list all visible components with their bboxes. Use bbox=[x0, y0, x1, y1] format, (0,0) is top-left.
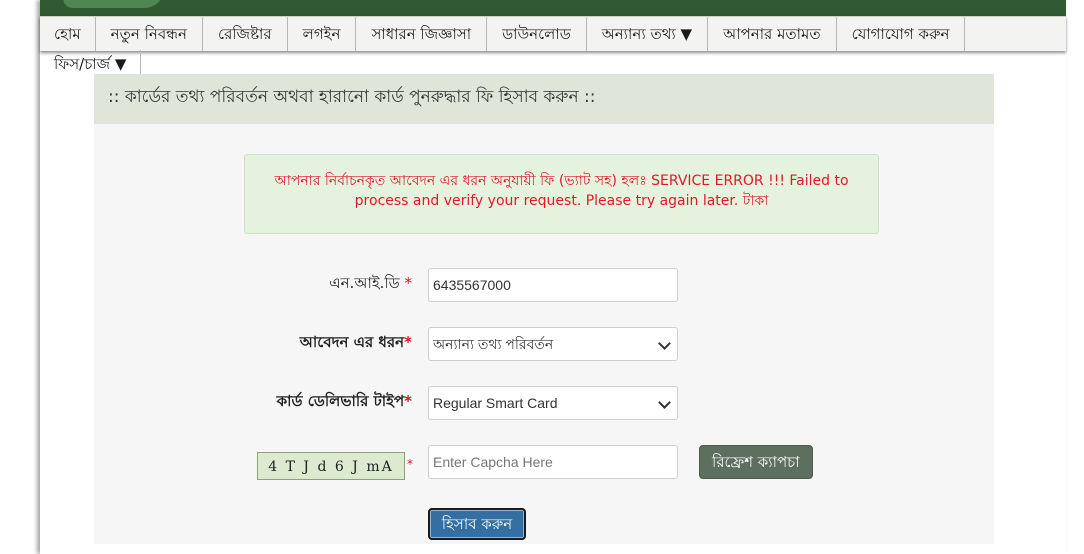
nav-other-info[interactable]: অন্যান্য তথ্য ▼ bbox=[587, 17, 709, 51]
logo bbox=[59, 0, 165, 8]
nid-label: এন.আই.ডি * bbox=[329, 274, 412, 292]
delivery-row: কার্ড ডেলিভারি টাইপ* Regular Smart Card bbox=[94, 386, 994, 420]
app-type-select[interactable]: অন্যান্য তথ্য পরিবর্তন bbox=[428, 327, 678, 361]
nav-feedback[interactable]: আপনার মতামত bbox=[708, 17, 837, 51]
captcha-row: 4 T J d 6 J mA * Enter Capcha Here রিফ্র… bbox=[94, 445, 994, 485]
page-container: হোম নতুন নিবন্ধন রেজিষ্টার লগইন সাধারন জ… bbox=[40, 0, 1066, 554]
panel-title: :: কার্ডের তথ্য পরিবর্তন অথবা হারানো কার… bbox=[94, 74, 994, 124]
chevron-down-icon bbox=[658, 337, 671, 350]
nav-home[interactable]: হোম bbox=[40, 17, 96, 51]
nav-register[interactable]: রেজিষ্টার bbox=[203, 17, 288, 51]
fee-calculator-panel: :: কার্ডের তথ্য পরিবর্তন অথবা হারানো কার… bbox=[94, 74, 994, 544]
delivery-select[interactable]: Regular Smart Card bbox=[428, 386, 678, 420]
app-type-value: অন্যান্য তথ্য পরিবর্তন bbox=[433, 336, 554, 352]
refresh-captcha-button[interactable]: রিফ্রেশ ক্যাপচা bbox=[699, 445, 813, 479]
error-alert: আপনার নির্বাচনকৃত আবেদন এর ধরন অনুযায়ী … bbox=[244, 154, 879, 234]
nav-download[interactable]: ডাউনলোড bbox=[487, 17, 587, 51]
nid-row: এন.আই.ডি * 6435567000 bbox=[94, 268, 994, 302]
header-banner bbox=[40, 0, 1066, 16]
nid-input[interactable]: 6435567000 bbox=[428, 268, 678, 302]
calculate-button[interactable]: হিসাব করুন bbox=[428, 508, 526, 540]
chevron-down-icon bbox=[658, 396, 671, 409]
nav-login[interactable]: লগইন bbox=[288, 17, 357, 51]
captcha-input[interactable]: Enter Capcha Here bbox=[428, 445, 678, 479]
delivery-label: কার্ড ডেলিভারি টাইপ* bbox=[276, 392, 412, 410]
captcha-image: 4 T J d 6 J mA bbox=[257, 452, 405, 480]
app-type-label: আবেদন এর ধরন* bbox=[299, 333, 412, 351]
captcha-required-mark: * bbox=[407, 457, 413, 471]
app-type-row: আবেদন এর ধরন* অন্যান্য তথ্য পরিবর্তন bbox=[94, 327, 994, 361]
main-nav: হোম নতুন নিবন্ধন রেজিষ্টার লগইন সাধারন জ… bbox=[40, 16, 1066, 51]
nav-new-registration[interactable]: নতুন নিবন্ধন bbox=[96, 17, 204, 51]
nav-faq[interactable]: সাধারন জিজ্ঞাসা bbox=[356, 17, 488, 51]
delivery-value: Regular Smart Card bbox=[433, 395, 558, 411]
nav-contact[interactable]: যোগাযোগ করুন bbox=[837, 17, 966, 51]
